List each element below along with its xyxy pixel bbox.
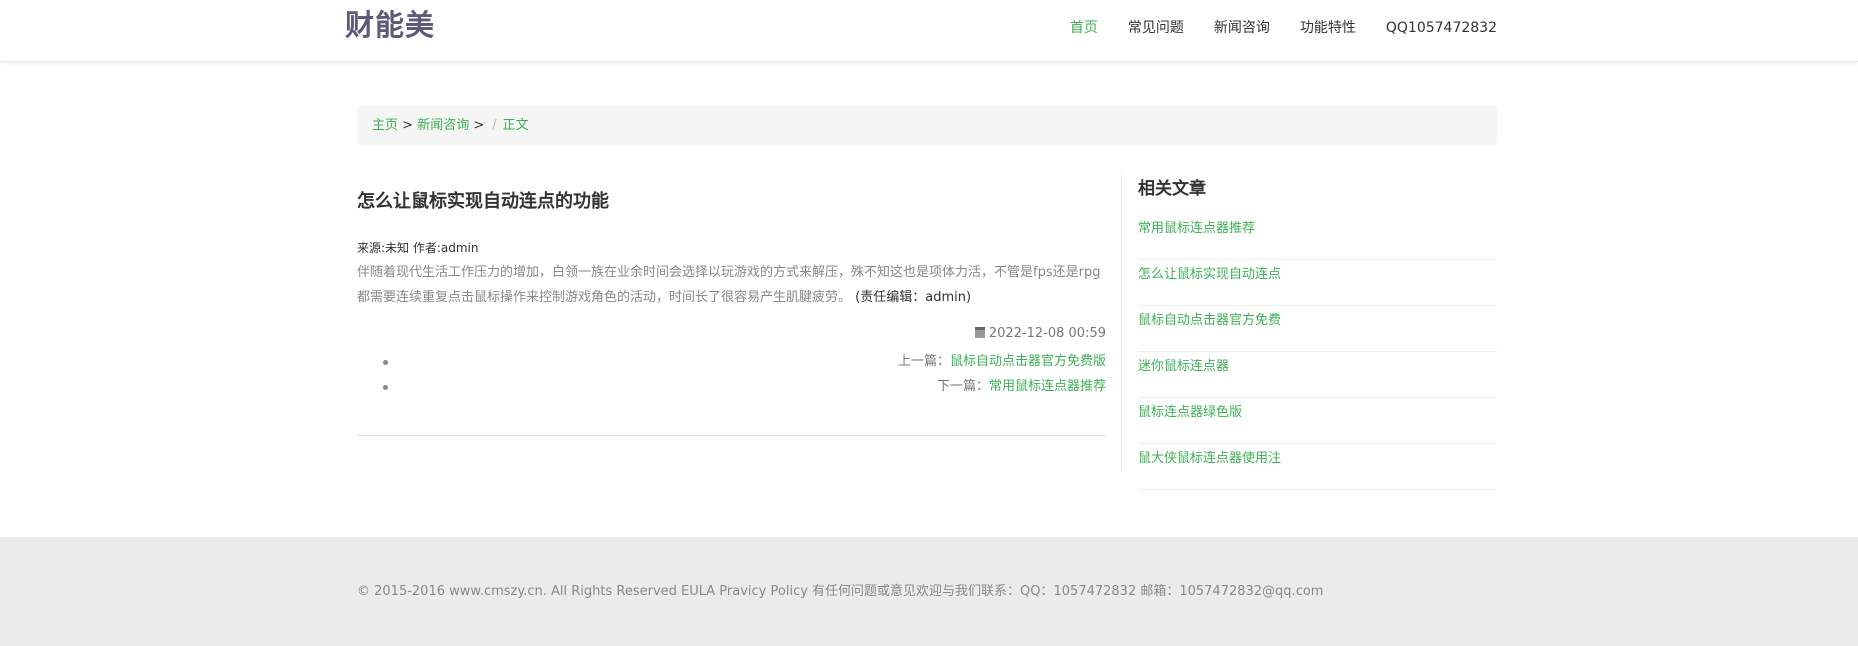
list-item: 鼠大侠鼠标连点器使用注: [1138, 444, 1497, 490]
bullet-icon: [383, 385, 388, 390]
related-link[interactable]: 鼠标连点器绿色版: [1138, 405, 1242, 420]
article-date: 2022-12-08 00:59: [357, 324, 1106, 344]
next-label: 下一篇：: [936, 379, 989, 394]
prev-next-list: 上一篇：鼠标自动点击器官方免费版 下一篇：常用鼠标连点器推荐: [357, 349, 1106, 399]
article-meta: 来源:未知 作者:admin: [357, 241, 479, 255]
related-link[interactable]: 鼠标自动点击器官方免费: [1138, 313, 1281, 328]
list-item: 常用鼠标连点器推荐: [1138, 214, 1497, 260]
breadcrumb-separator: >: [398, 118, 418, 133]
prev-article-link[interactable]: 鼠标自动点击器官方免费版: [950, 354, 1106, 369]
related-link[interactable]: 迷你鼠标连点器: [1138, 359, 1229, 374]
article: 怎么让鼠标实现自动连点的功能 来源:未知 作者:admin 伴随着现代生活工作压…: [357, 180, 1106, 436]
list-item: 迷你鼠标连点器: [1138, 352, 1497, 398]
breadcrumb-current[interactable]: 正文: [503, 118, 529, 133]
nav-item-home[interactable]: 首页: [1070, 16, 1098, 40]
site-footer: © 2015-2016 www.cmszy.cn. All Rights Res…: [0, 537, 1858, 646]
next-article-link[interactable]: 常用鼠标连点器推荐: [989, 379, 1106, 394]
article-body-text: 伴随着现代生活工作压力的增加，白领一族在业余时间会选择以玩游戏的方式来解压，殊不…: [357, 265, 1101, 305]
related-link[interactable]: 常用鼠标连点器推荐: [1138, 221, 1255, 236]
related-sidebar: 相关文章 常用鼠标连点器推荐 怎么让鼠标实现自动连点 鼠标自动点击器官方免费 迷…: [1121, 172, 1497, 490]
breadcrumb-separator: >: [469, 118, 485, 133]
next-article: 下一篇：常用鼠标连点器推荐: [357, 374, 1106, 399]
site-header: 财能美 首页 常见问题 新闻咨询 功能特性 QQ1057472832: [0, 0, 1858, 62]
list-item: 鼠标连点器绿色版: [1138, 398, 1497, 444]
footer-text: © 2015-2016 www.cmszy.cn. All Rights Res…: [357, 584, 1324, 599]
list-item: 鼠标自动点击器官方免费: [1138, 306, 1497, 352]
nav-item-features[interactable]: 功能特性: [1300, 16, 1356, 40]
article-title: 怎么让鼠标实现自动连点的功能: [357, 191, 609, 212]
nav-item-news[interactable]: 新闻咨询: [1214, 16, 1270, 40]
nav-item-faq[interactable]: 常见问题: [1128, 16, 1184, 40]
breadcrumb-slash: /: [492, 118, 497, 133]
bullet-icon: [383, 360, 388, 365]
article-date-text: 2022-12-08 00:59: [988, 326, 1106, 341]
breadcrumb-category-link[interactable]: 新闻咨询: [417, 118, 469, 133]
sidebar-title: 相关文章: [1138, 179, 1206, 199]
nav-item-qq[interactable]: QQ1057472832: [1386, 16, 1497, 40]
prev-label: 上一篇：: [897, 354, 950, 369]
breadcrumb: 主页 > 新闻咨询 > / 正文: [357, 106, 1497, 145]
prev-article: 上一篇：鼠标自动点击器官方免费版: [357, 349, 1106, 374]
related-list: 常用鼠标连点器推荐 怎么让鼠标实现自动连点 鼠标自动点击器官方免费 迷你鼠标连点…: [1138, 214, 1497, 490]
calendar-icon: [974, 327, 985, 338]
breadcrumb-home-link[interactable]: 主页: [372, 118, 398, 133]
divider: [357, 435, 1106, 436]
main-nav: 首页 常见问题 新闻咨询 功能特性 QQ1057472832: [1040, 16, 1497, 40]
article-editor: (责任编辑：admin): [855, 290, 972, 305]
site-logo[interactable]: 财能美: [345, 6, 435, 44]
related-link[interactable]: 鼠大侠鼠标连点器使用注: [1138, 451, 1281, 466]
related-link[interactable]: 怎么让鼠标实现自动连点: [1138, 267, 1281, 282]
list-item: 怎么让鼠标实现自动连点: [1138, 260, 1497, 306]
article-body: 伴随着现代生活工作压力的增加，白领一族在业余时间会选择以玩游戏的方式来解压，殊不…: [357, 260, 1106, 310]
